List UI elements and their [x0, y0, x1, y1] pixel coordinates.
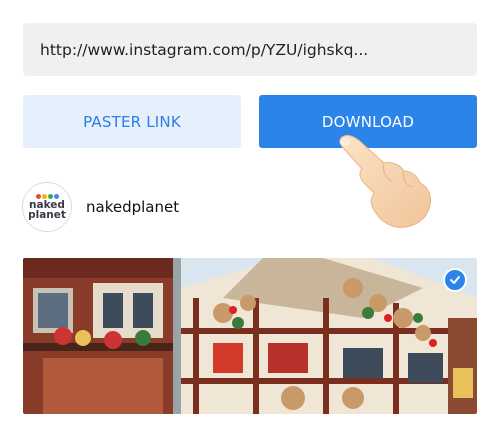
- pointing-hand-icon: [336, 133, 436, 233]
- avatar[interactable]: naked planet: [22, 181, 72, 232]
- paste-link-button[interactable]: PASTER LINK: [23, 95, 241, 148]
- url-input[interactable]: http://www.instagram.com/p/YZU/ighskq...: [23, 23, 477, 76]
- profile-header: naked planet nakedplanet: [22, 181, 179, 232]
- avatar-logo-text-line1: naked: [29, 198, 65, 211]
- avatar-logo-dots: [35, 193, 59, 199]
- post-photo[interactable]: [23, 258, 477, 414]
- photo-image: [23, 258, 477, 414]
- check-circle-icon[interactable]: [443, 268, 467, 292]
- username: nakedplanet: [86, 197, 180, 216]
- avatar-logo-text-line2: planet: [28, 208, 66, 221]
